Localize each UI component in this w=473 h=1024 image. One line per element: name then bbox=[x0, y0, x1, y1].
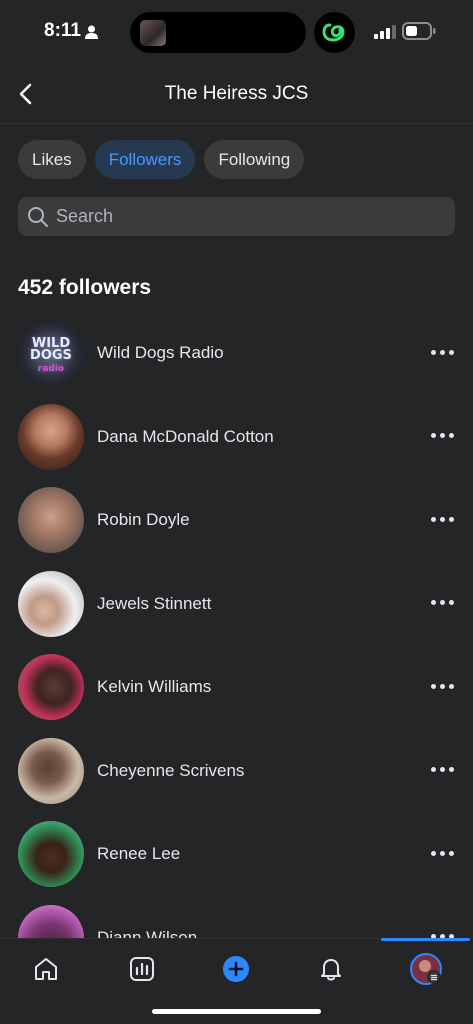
threads-icon[interactable] bbox=[314, 12, 355, 53]
signal-strength-icon bbox=[374, 25, 396, 39]
more-options-icon[interactable] bbox=[428, 595, 456, 611]
avatar[interactable] bbox=[18, 821, 84, 887]
followers-screen: 8:11 The Heiress JCS Likes Followers Fol… bbox=[0, 0, 473, 1024]
avatar[interactable] bbox=[18, 654, 84, 720]
more-options-icon[interactable] bbox=[428, 929, 456, 938]
follower-row[interactable]: Renee Lee bbox=[0, 819, 473, 903]
follower-name[interactable]: Renee Lee bbox=[97, 844, 180, 864]
reaction-tabs: Likes Followers Following bbox=[18, 140, 305, 179]
wild-dogs-radio-logo: WILD DOGS radio bbox=[30, 336, 72, 374]
tab-followers[interactable]: Followers bbox=[94, 140, 196, 179]
followers-list: WILD DOGS radio Wild Dogs Radio Dana McDon… bbox=[0, 318, 473, 938]
follower-name[interactable]: Dana McDonald Cotton bbox=[97, 427, 274, 447]
battery-icon bbox=[402, 22, 436, 40]
profile-avatar-icon[interactable] bbox=[410, 953, 442, 985]
avatar[interactable] bbox=[18, 904, 84, 938]
follower-row[interactable]: Cheyenne Scrivens bbox=[0, 736, 473, 820]
tab-likes[interactable]: Likes bbox=[18, 140, 86, 179]
follower-row[interactable]: Jewels Stinnett bbox=[0, 569, 473, 653]
more-options-icon[interactable] bbox=[428, 762, 456, 778]
follower-name[interactable]: Cheyenne Scrivens bbox=[97, 761, 244, 781]
dynamic-island[interactable] bbox=[130, 12, 306, 53]
follower-name[interactable]: Wild Dogs Radio bbox=[97, 343, 224, 363]
more-options-icon[interactable] bbox=[428, 845, 456, 861]
follower-row[interactable]: WILD DOGS radio Wild Dogs Radio bbox=[0, 318, 473, 402]
search-bar[interactable] bbox=[18, 197, 455, 236]
more-options-icon[interactable] bbox=[428, 678, 456, 694]
more-options-icon[interactable] bbox=[428, 344, 456, 360]
follower-name[interactable]: Diann Wilson bbox=[97, 928, 197, 939]
more-options-icon[interactable] bbox=[428, 511, 456, 527]
follower-name[interactable]: Kelvin Williams bbox=[97, 677, 211, 697]
home-icon[interactable] bbox=[30, 953, 62, 985]
person-icon bbox=[85, 25, 98, 39]
live-activity-thumbnail[interactable] bbox=[140, 20, 166, 46]
dashboard-icon[interactable] bbox=[126, 953, 158, 985]
status-time: 8:11 bbox=[44, 20, 81, 41]
avatar[interactable]: WILD DOGS radio bbox=[18, 320, 84, 386]
notifications-bell-icon[interactable] bbox=[315, 953, 347, 985]
avatar[interactable] bbox=[18, 487, 84, 553]
status-bar: 8:11 bbox=[0, 0, 473, 66]
follower-row[interactable]: Kelvin Williams bbox=[0, 652, 473, 736]
search-icon bbox=[28, 206, 48, 227]
create-post-icon[interactable] bbox=[220, 953, 252, 985]
follower-row[interactable]: Robin Doyle bbox=[0, 485, 473, 569]
follower-row[interactable]: Diann Wilson bbox=[0, 903, 473, 939]
page-title: The Heiress JCS bbox=[164, 83, 309, 104]
avatar[interactable] bbox=[18, 570, 84, 637]
top-header: The Heiress JCS bbox=[0, 66, 473, 124]
follower-row[interactable]: Dana McDonald Cotton bbox=[0, 402, 473, 486]
more-options-icon[interactable] bbox=[428, 428, 456, 444]
followers-count: 452 followers bbox=[18, 276, 152, 299]
follower-name[interactable]: Robin Doyle bbox=[97, 510, 190, 530]
active-tab-indicator bbox=[381, 938, 470, 941]
avatar[interactable] bbox=[18, 737, 84, 804]
avatar[interactable] bbox=[18, 403, 84, 470]
tab-following[interactable]: Following bbox=[204, 140, 305, 179]
search-input[interactable] bbox=[56, 206, 436, 227]
follower-name[interactable]: Jewels Stinnett bbox=[97, 594, 211, 614]
home-indicator[interactable] bbox=[152, 1009, 321, 1014]
